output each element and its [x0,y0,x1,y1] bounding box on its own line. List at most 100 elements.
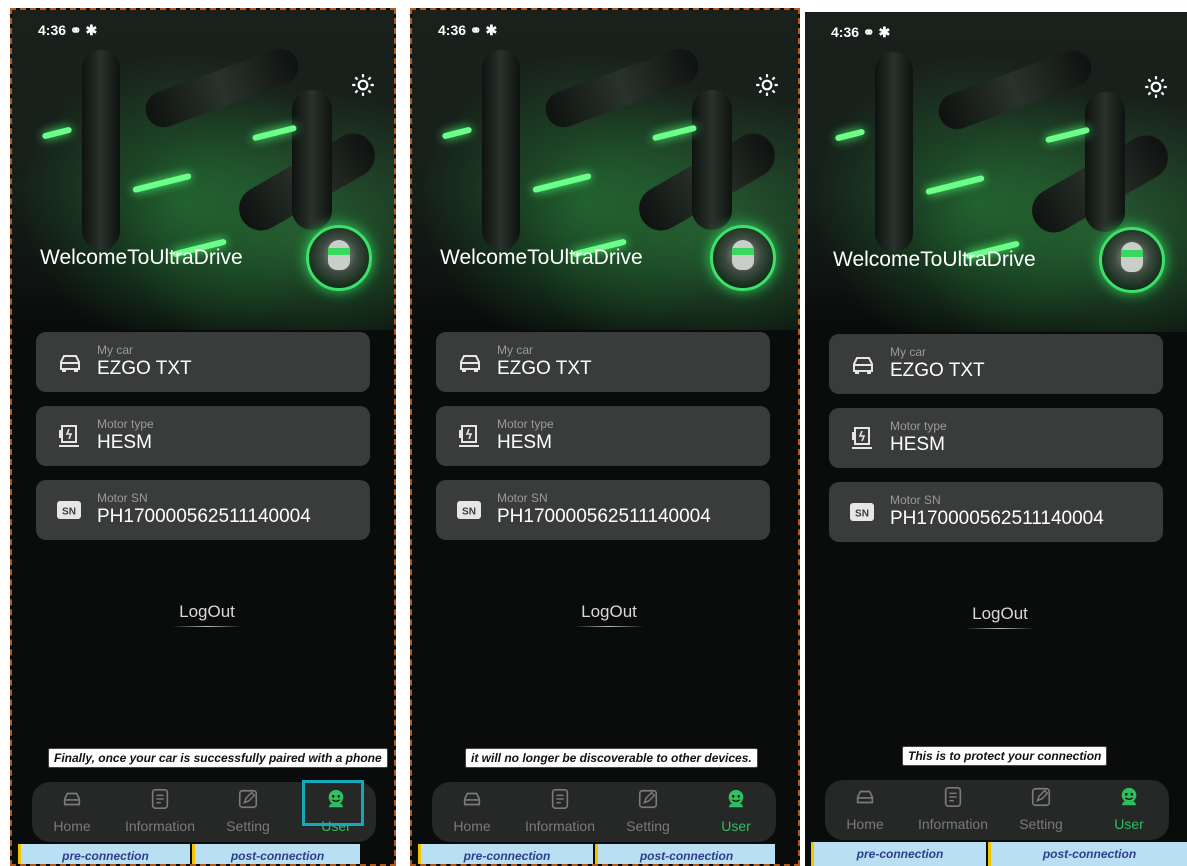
nav-label: Information [124,818,196,834]
nav-label: User [1114,816,1144,832]
card-value: HESM [497,432,552,453]
motor-type-card[interactable]: Motor type HESM [436,406,770,466]
status-bar: 4:36 ⚭ ✱ [438,22,497,39]
my-car-card[interactable]: My car EZGO TXT [436,332,770,392]
nav-home[interactable]: Home [825,786,905,832]
caption-subtitle: it will no longer be discoverable to oth… [465,748,758,768]
logout-underline [965,628,1035,629]
motor-icon [59,425,79,447]
card-value: HESM [97,432,152,453]
nav-label: Setting [1019,816,1063,832]
nav-label: Information [917,816,989,832]
nav-label: Setting [626,818,670,834]
nav-label: Setting [226,818,270,834]
card-label: Motor SN [97,491,148,505]
gear-icon[interactable] [1143,74,1169,100]
card-value: PH170000562511140004 [497,506,711,527]
avatar[interactable] [710,225,776,291]
gear-icon[interactable] [350,72,376,98]
avatar[interactable] [306,225,372,291]
card-value: PH170000562511140004 [97,506,311,527]
car-icon [63,792,81,806]
motor-icon [852,427,872,449]
logout-button[interactable]: LogOut [970,604,1030,624]
nav-information[interactable]: Information [520,788,600,834]
card-value: EZGO TXT [890,360,985,381]
motor-icon [459,425,479,447]
nav-label: User [721,818,751,834]
caption-subtitle: Finally, once your car is successfully p… [48,748,388,768]
tag-pre-connection: pre-connection [18,844,190,864]
my-car-card[interactable]: My car EZGO TXT [36,332,370,392]
nav-home[interactable]: Home [32,788,112,834]
tag-post-connection: post-connection [192,844,360,864]
connection-tag-bar: pre-connection post-connection [412,844,798,864]
card-value: EZGO TXT [97,358,192,379]
logout-button[interactable]: LogOut [579,602,639,622]
bottom-nav-bar: Home Information Setting User [432,782,776,842]
my-car-card[interactable]: My car EZGO TXT [829,334,1163,394]
nav-setting[interactable]: Setting [208,788,288,834]
nav-information[interactable]: Information [120,788,200,834]
card-value: HESM [890,434,945,455]
nav-information[interactable]: Information [913,786,993,832]
phone-screen-1: 4:36 ⚭ ✱ WelcomeToUltraDrive My car EZGO… [10,8,396,866]
sn-badge-icon: SN [850,503,874,521]
card-label: My car [497,343,533,357]
svg-text:SN: SN [62,507,76,518]
car-icon [463,792,481,806]
user-icon [1121,787,1137,806]
motor-type-card[interactable]: Motor type HESM [829,408,1163,468]
status-bar: 4:36 ⚭ ✱ [831,24,890,41]
edit-icon [1031,787,1051,807]
tag-pre-connection: pre-connection [811,842,986,866]
motor-sn-card[interactable]: SN Motor SN PH170000562511140004 [829,482,1163,542]
welcome-title: WelcomeToUltraDrive [440,246,643,269]
nav-user[interactable]: User [1089,786,1169,832]
car-icon [460,355,480,372]
nav-home[interactable]: Home [432,788,512,834]
car-icon [60,355,80,372]
tag-post-connection: post-connection [595,844,775,864]
tag-post-connection: post-connection [988,842,1187,866]
nav-label: Home [453,818,491,834]
avatar[interactable] [1099,227,1165,293]
nav-label: Home [846,816,884,832]
connection-tag-bar: pre-connection post-connection [12,844,394,864]
logout-underline [172,626,242,627]
document-icon [551,789,569,809]
status-time: 4:36 [438,22,467,38]
caption-subtitle: This is to protect your connection [902,746,1108,766]
card-label: Motor type [497,417,554,431]
welcome-title: WelcomeToUltraDrive [40,246,243,269]
motor-type-card[interactable]: Motor type HESM [36,406,370,466]
nav-user[interactable]: User [696,788,776,834]
nav-setting[interactable]: Setting [608,788,688,834]
motor-sn-card[interactable]: SN Motor SN PH170000562511140004 [436,480,770,540]
phone-screen-2: 4:36 ⚭ ✱ WelcomeToUltraDrive My car EZGO… [410,8,800,866]
bluetooth-icon: ✱ [85,22,98,38]
edit-icon [638,789,658,809]
card-value: PH170000562511140004 [890,508,1104,529]
nav-label: Information [524,818,596,834]
nav-label: Home [53,818,91,834]
motor-sn-card[interactable]: SN Motor SN PH170000562511140004 [36,480,370,540]
status-time: 4:36 [38,22,67,38]
status-bar: 4:36 ⚭ ✱ [38,22,97,39]
connection-tag-bar: pre-connection post-connection [805,842,1187,866]
phone-screen-3: 4:36 ⚭ ✱ WelcomeToUltraDrive My car EZGO… [805,12,1187,866]
car-icon [853,357,873,374]
sn-badge-icon: SN [457,501,481,519]
card-label: My car [890,345,926,359]
document-icon [944,787,962,807]
bottom-nav-bar: Home Information Setting User [825,780,1169,840]
logout-underline [574,626,644,627]
document-icon [151,789,169,809]
logout-button[interactable]: LogOut [177,602,237,622]
bluetooth-icon: ✱ [878,24,891,40]
gear-icon[interactable] [754,72,780,98]
headset-icon: ⚭ [862,24,875,40]
welcome-title: WelcomeToUltraDrive [833,248,1036,271]
headset-icon: ⚭ [469,22,482,38]
nav-setting[interactable]: Setting [1001,786,1081,832]
